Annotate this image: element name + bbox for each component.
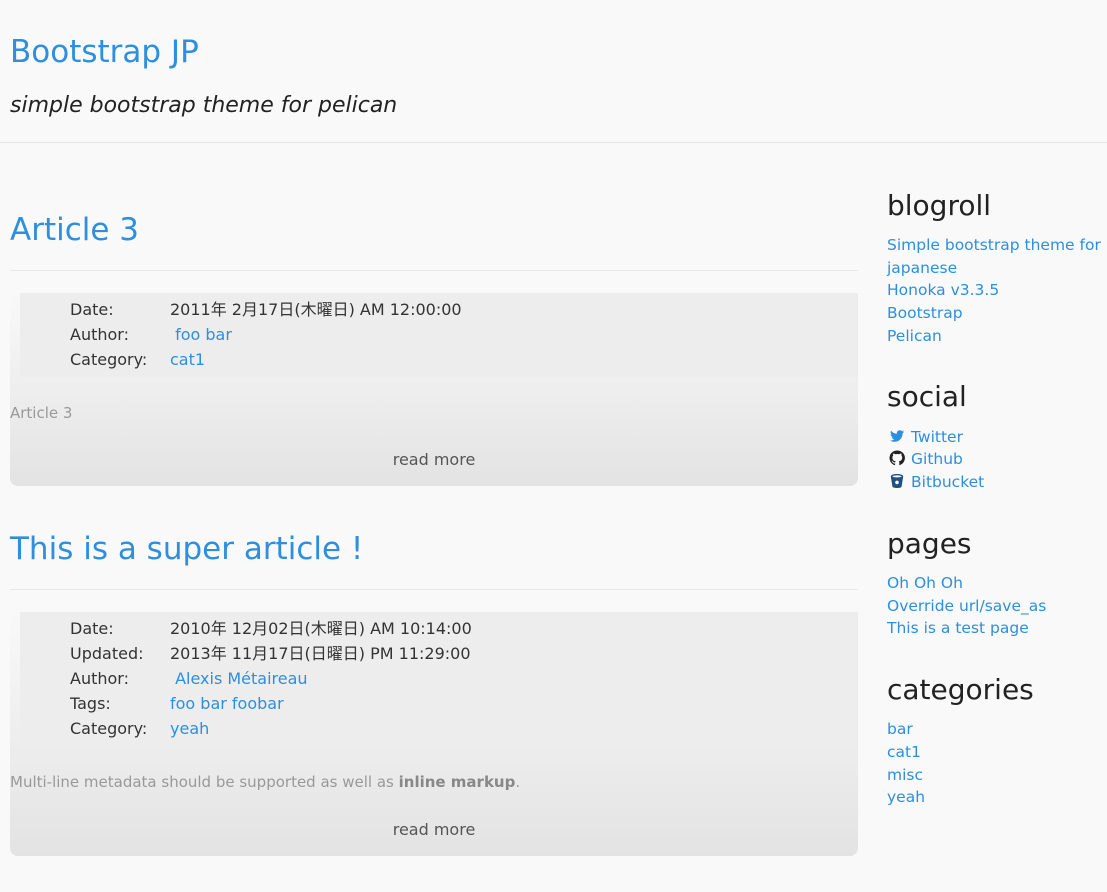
blogroll-link[interactable]: japanese xyxy=(887,259,957,277)
meta-key: Date: xyxy=(70,300,114,319)
meta-key: Date: xyxy=(70,619,114,638)
blogroll-link[interactable]: Bootstrap xyxy=(887,304,963,322)
bitbucket-icon xyxy=(890,474,904,488)
page-link[interactable]: Override url/save_as xyxy=(887,597,1046,615)
page-link[interactable]: This is a test page xyxy=(887,619,1029,637)
summary-suffix: . xyxy=(515,773,521,791)
blogroll-link[interactable]: Simple bootstrap theme for xyxy=(887,236,1101,254)
summary-text: Multi-line metadata should be supported … xyxy=(10,773,399,791)
article-title[interactable]: This is a super article ! xyxy=(10,531,363,567)
author-link[interactable]: Alexis Métaireau xyxy=(170,668,307,690)
meta-date: 2011年 2月17日(木曜日) AM 12:00:00 xyxy=(170,300,462,319)
category-link[interactable]: misc xyxy=(887,766,923,784)
meta-updated: 2013年 11月17日(日曜日) PM 11:29:00 xyxy=(170,644,471,663)
social-link-twitter[interactable]: Twitter xyxy=(889,428,963,446)
meta-date: 2010年 12月02日(木曜日) AM 10:14:00 xyxy=(170,619,472,638)
social-label: Bitbucket xyxy=(911,473,985,491)
meta-key: Category: xyxy=(70,350,148,369)
category-link[interactable]: yeah xyxy=(887,788,925,806)
github-icon xyxy=(889,450,905,466)
site-header: Bootstrap JP simple bootstrap theme for … xyxy=(0,0,1107,143)
read-more-link[interactable]: read more xyxy=(10,450,858,469)
social-label: Twitter xyxy=(911,428,963,446)
blogroll-heading: blogroll xyxy=(887,189,992,222)
page-link[interactable]: Oh Oh Oh xyxy=(887,574,963,592)
summary-bold: inline markup xyxy=(398,773,516,791)
title-divider xyxy=(10,270,858,271)
article-meta: Date: 2010年 12月02日(木曜日) AM 10:14:00 Upda… xyxy=(20,612,858,746)
read-more-link[interactable]: read more xyxy=(10,820,858,839)
meta-key: Author: xyxy=(70,325,129,344)
social-link-bitbucket[interactable]: Bitbucket xyxy=(889,473,984,491)
site-subtitle: simple bootstrap theme for pelican xyxy=(10,93,398,118)
article-card: Date: 2010年 12月02日(木曜日) AM 10:14:00 Upda… xyxy=(10,612,858,856)
meta-key: Author: xyxy=(70,669,129,688)
social-heading: social xyxy=(887,380,967,413)
category-link[interactable]: bar xyxy=(887,720,913,738)
category-link[interactable]: cat1 xyxy=(887,743,921,761)
article-card: Date: 2011年 2月17日(木曜日) AM 12:00:00 Autho… xyxy=(10,293,858,486)
article-title[interactable]: Article 3 xyxy=(10,212,139,248)
meta-key: Tags: xyxy=(70,694,111,713)
categories-heading: categories xyxy=(887,673,1034,706)
article-summary: Article 3 xyxy=(10,404,73,422)
twitter-icon xyxy=(890,430,904,442)
blogroll-link[interactable]: Pelican xyxy=(887,327,942,345)
tags-links[interactable]: foo bar foobar xyxy=(170,693,284,715)
article-summary: Multi-line metadata should be supported … xyxy=(10,773,520,791)
category-link[interactable]: cat1 xyxy=(170,349,205,371)
social-link-github[interactable]: Github xyxy=(889,450,963,468)
title-divider xyxy=(10,589,858,590)
category-link[interactable]: yeah xyxy=(170,718,209,740)
meta-key: Category: xyxy=(70,719,148,738)
blogroll-link[interactable]: Honoka v3.3.5 xyxy=(887,281,999,299)
social-label: Github xyxy=(911,450,963,468)
meta-key: Updated: xyxy=(70,644,144,663)
site-title[interactable]: Bootstrap JP xyxy=(10,34,199,70)
author-link[interactable]: foo bar xyxy=(170,324,232,346)
pages-heading: pages xyxy=(887,527,972,560)
article-meta: Date: 2011年 2月17日(木曜日) AM 12:00:00 Autho… xyxy=(20,293,858,377)
